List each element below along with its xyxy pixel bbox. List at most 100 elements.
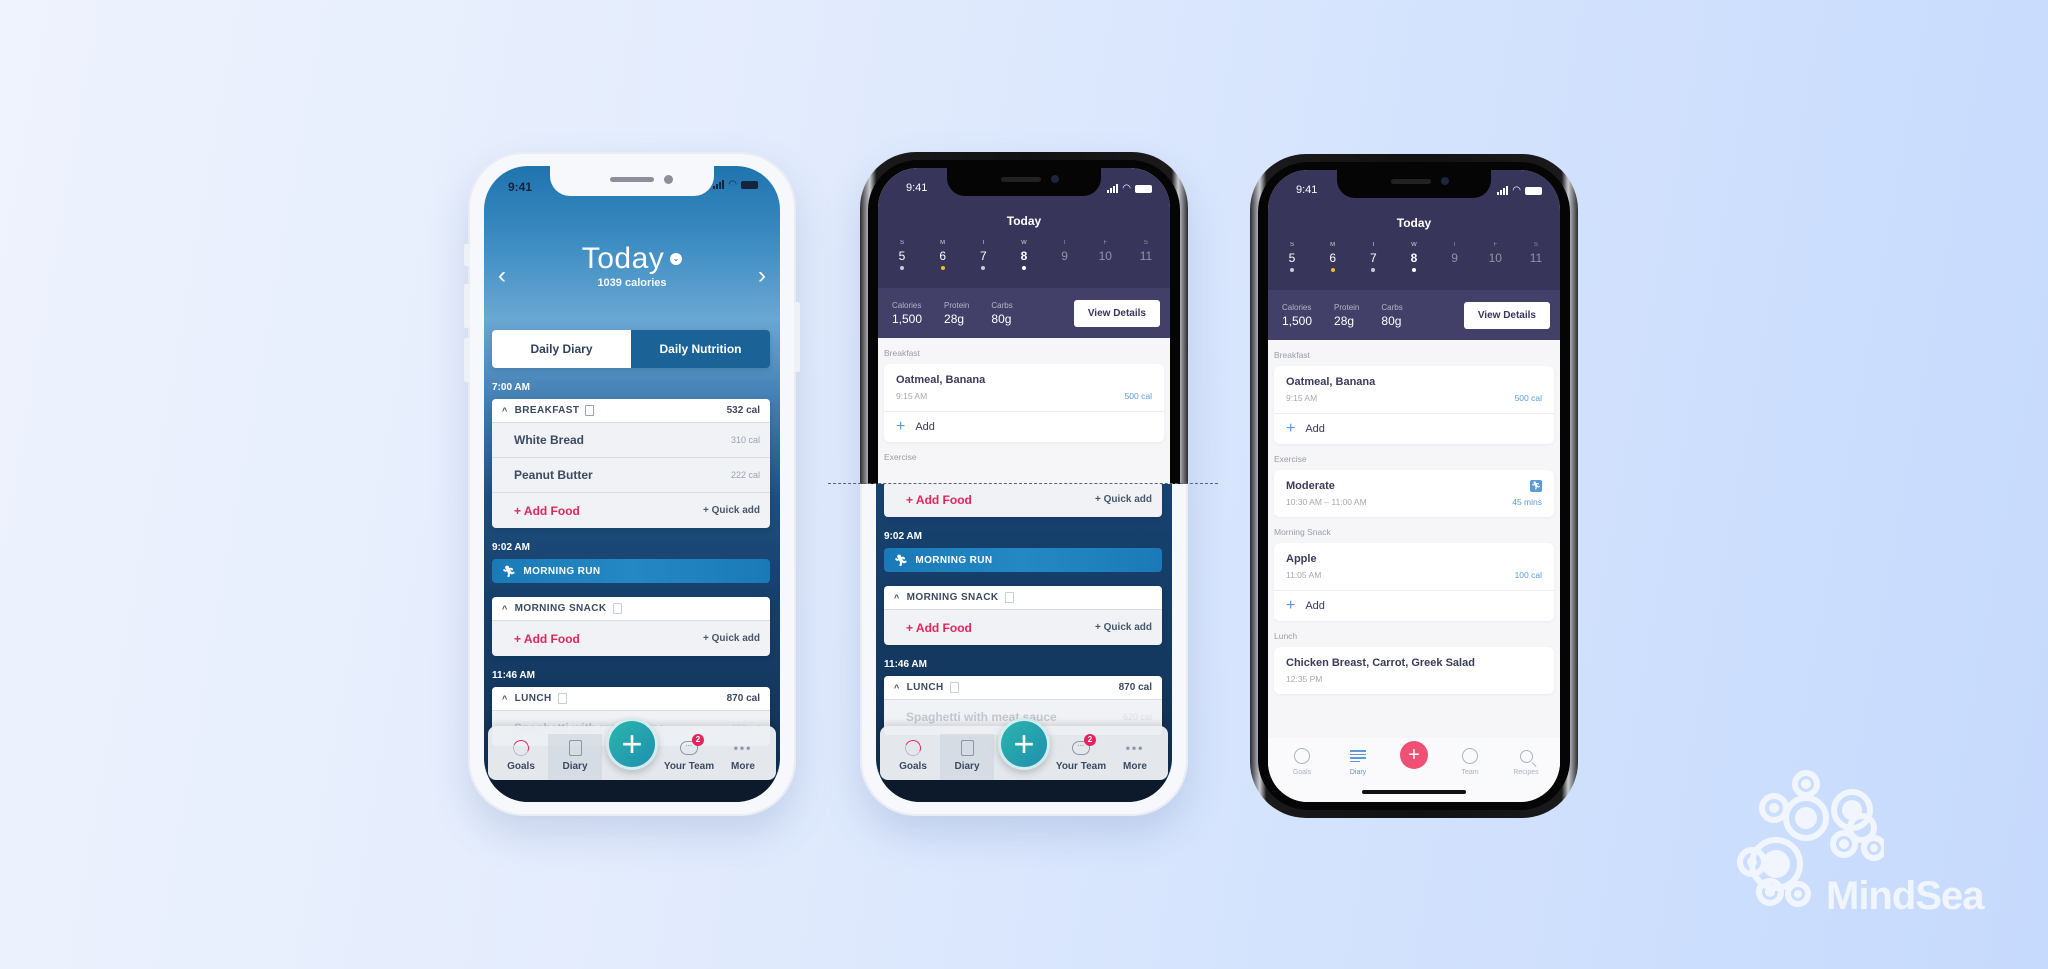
calendar-day[interactable]: W8 [1012,240,1036,270]
tab-recipes[interactable]: Recipes [1498,746,1554,802]
wifi-icon: ◠ [1512,185,1521,196]
note-icon[interactable] [585,405,595,416]
food-calories: 500 cal [1514,393,1542,403]
calendar-day[interactable]: T7 [971,240,995,270]
date-selector[interactable]: Today ⌄ [582,242,683,276]
day-status-dot [981,266,986,270]
quick-add-button[interactable]: + Quick add [1095,494,1152,505]
exercise-entry[interactable]: 🏃︎ MORNING RUN [492,559,770,583]
day-number: 7 [979,249,987,263]
food-entry[interactable]: Oatmeal, Banana 9:15 AM 500 cal [884,364,1164,411]
calendar-day[interactable]: F 10 [1483,242,1507,272]
app-screen: 9:41 ◠ Today S 5 M 6 T 7 W 8 T 9 F 10 S 11 Calories 1,… [878,168,1170,484]
food-item[interactable]: White Bread 310 cal [492,423,770,458]
tab-goals[interactable]: Goals [494,737,548,772]
tab-your-team[interactable]: ··· 2 Your Team [662,734,716,772]
tab-goals[interactable]: Goals [886,737,940,772]
tab-diary[interactable]: Diary [940,734,994,780]
calendar-day[interactable]: M6 [1321,242,1345,272]
add-entry-button[interactable]: + [1400,741,1428,769]
calorie-total: 1039 calories [597,277,667,289]
day-status-dot [1063,266,1067,270]
meal-card-breakfast: Oatmeal, Banana 9:15 AM 500 cal + Add [884,364,1164,442]
meal-card-morning-snack: ^ MORNING SNACK + Add Food + Quick add [492,597,770,656]
app-screen: 9:41 ◠ ‹ › Today ⌄ 1039 calories Daily D… [484,166,780,802]
meal-header[interactable]: ^ LUNCH 870 cal [884,676,1162,700]
plus-icon: + [1286,420,1296,437]
add-entry-button[interactable]: + [606,718,658,770]
meal-card-morning-snack: Apple 11:05 AM 100 cal + Add [1274,543,1554,621]
speaker [610,177,654,182]
exercise-entry[interactable]: 🏃︎ MORNING RUN [884,548,1162,572]
stat-calories: Calories 1,500 [1282,303,1312,328]
tab-daily-diary[interactable]: Daily Diary [492,330,631,368]
day-status-dot [1534,268,1538,272]
day-letter: T [1452,242,1457,248]
goals-progress-icon [510,737,532,759]
calendar-day[interactable]: T9 [1443,242,1467,272]
page-title: Today [581,242,665,275]
food-name: Oatmeal, Banana [896,374,986,386]
tab-more[interactable]: ••• More [716,738,770,772]
food-name: White Bread [514,433,585,447]
calendar-day[interactable]: F 10 [1093,240,1117,270]
calendar-day[interactable]: M6 [931,240,955,270]
meal-header[interactable]: ^ MORNING SNACK [492,597,770,621]
calendar-day[interactable]: W8 [1402,242,1426,272]
quick-add-button[interactable]: + Quick add [1095,622,1152,633]
add-food-button[interactable]: + Add Food [514,504,580,518]
brand-wordmark: MindSea [1826,874,1984,918]
add-button[interactable]: + Add [884,411,1164,442]
calendar-day[interactable]: S5 [890,240,914,270]
chevron-up-icon: ^ [894,682,900,693]
chevron-up-icon: ^ [502,693,508,704]
note-icon[interactable] [1004,592,1014,603]
food-entry[interactable]: Chicken Breast, Carrot, Greek Salad 12:3… [1274,647,1554,694]
more-icon: ••• [733,741,753,755]
quick-add-button[interactable]: + Quick add [703,633,760,644]
meal-header[interactable]: ^ BREAKFAST 532 cal [492,399,770,423]
day-number: 11 [1139,249,1153,263]
diary-list: Breakfast Oatmeal, Banana 9:15 AM 500 ca… [1268,340,1560,694]
screen-bottom [876,780,1172,802]
add-button[interactable]: + Add [1274,590,1554,621]
meal-header[interactable]: ^ MORNING SNACK [884,586,1162,610]
calendar-day[interactable]: S 11 [1524,242,1548,272]
note-icon[interactable] [612,603,622,614]
meal-title: BREAKFAST [514,405,580,416]
tab-your-team[interactable]: ··· 2 Your Team [1054,734,1108,772]
stat-protein: Protein 28g [1334,303,1359,328]
tab-goals[interactable]: Goals [1274,746,1330,802]
tab-diary[interactable]: Diary [548,734,602,780]
section-label: Exercise [1274,454,1307,464]
food-entry[interactable]: Apple 11:05 AM 100 cal [1274,543,1554,590]
food-entry[interactable]: Oatmeal, Banana 9:15 AM 500 cal [1274,366,1554,413]
view-details-button[interactable]: View Details [1073,299,1160,327]
add-button[interactable]: + Add [1274,413,1554,444]
notch [947,168,1101,196]
food-name: Oatmeal, Banana [1286,376,1376,388]
add-row: + Add Food + Quick add [884,610,1162,645]
quick-add-button[interactable]: + Quick add [703,505,760,516]
calendar-day[interactable]: T7 [1361,242,1385,272]
note-icon[interactable] [557,693,567,704]
add-food-button[interactable]: + Add Food [906,621,972,635]
add-label: Add [1305,423,1325,435]
note-icon[interactable] [949,682,959,693]
meal-header[interactable]: ^ LUNCH 870 cal [492,687,770,711]
exercise-duration: 45 mins [1512,497,1542,507]
add-entry-button[interactable]: + [998,718,1050,770]
add-food-button[interactable]: + Add Food [514,632,580,646]
tab-more[interactable]: ••• More [1108,738,1162,772]
exercise-entry[interactable]: Moderate 10:30 AM – 11:00 AM 🏃︎ 45 mins [1274,470,1554,517]
food-item[interactable]: Peanut Butter 222 cal [492,458,770,493]
calendar-day[interactable]: S 11 [1134,240,1158,270]
view-details-button[interactable]: View Details [1463,301,1550,329]
page-title: Today [1396,216,1432,230]
volume-up-button [464,284,470,328]
tab-daily-nutrition[interactable]: Daily Nutrition [631,330,770,368]
calendar-day[interactable]: S5 [1280,242,1304,272]
plus-icon: + [896,418,906,435]
calendar-day[interactable]: T9 [1053,240,1077,270]
add-food-button[interactable]: + Add Food [906,493,972,507]
